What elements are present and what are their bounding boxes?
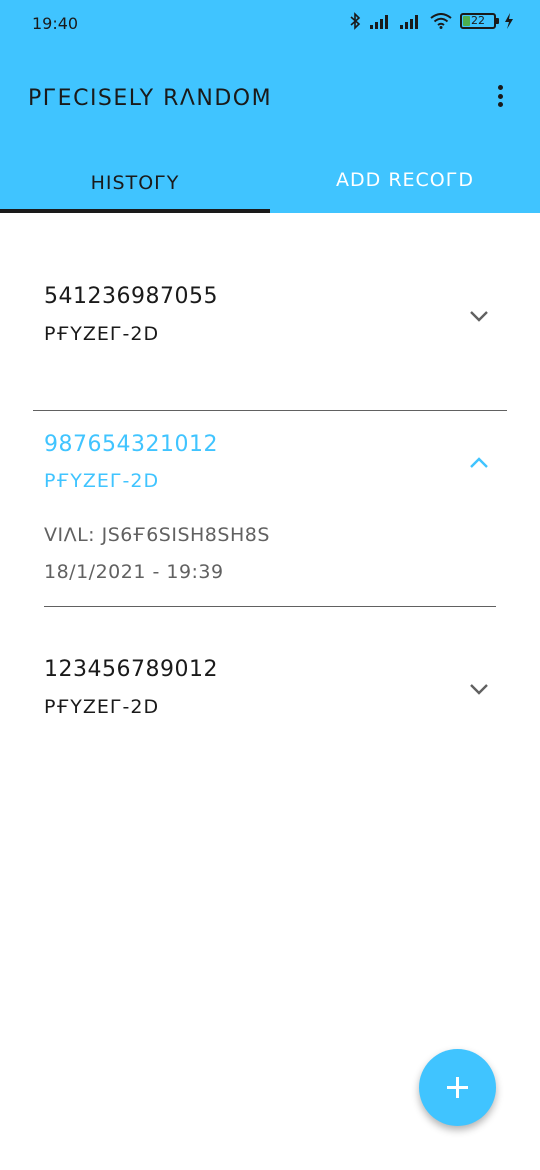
- tab-history-label: HISTOГY: [90, 172, 180, 194]
- record-code: 987654321012: [44, 432, 218, 457]
- record-product: PҒYZEГ-2D: [44, 470, 160, 492]
- chevron-down-icon[interactable]: [468, 309, 490, 323]
- signal-icon: [370, 13, 392, 29]
- charging-icon: [504, 13, 514, 29]
- tab-add-record[interactable]: ADD RECOГD: [270, 151, 540, 213]
- signal-icon: [400, 13, 422, 29]
- record-product: PҒYZEГ-2D: [44, 696, 160, 718]
- status-bar: 19:40 22: [0, 0, 540, 50]
- battery-icon: 22: [460, 13, 499, 29]
- chevron-down-icon[interactable]: [468, 682, 490, 696]
- chevron-up-icon[interactable]: [468, 456, 490, 470]
- wifi-icon: [430, 13, 452, 29]
- app-bar: PГECISELY RΛNDOM: [0, 50, 540, 151]
- tab-history[interactable]: HISTOГY: [0, 151, 270, 213]
- add-record-fab[interactable]: [419, 1049, 496, 1126]
- record-datetime: 18/1/2021 - 19:39: [44, 561, 224, 583]
- more-vert-icon[interactable]: [490, 82, 510, 110]
- list-item[interactable]: 541236987055 PҒYZEГ-2D: [0, 213, 540, 410]
- bluetooth-icon: [348, 12, 362, 30]
- status-icons: 22: [348, 12, 514, 30]
- record-code: 541236987055: [44, 284, 218, 309]
- battery-percent: 22: [471, 14, 485, 27]
- record-code: 123456789012: [44, 657, 218, 682]
- tab-bar: HISTOГY ADD RECOГD: [0, 151, 540, 213]
- record-product: PҒYZEГ-2D: [44, 323, 160, 345]
- app-title: PГECISELY RΛNDOM: [28, 86, 273, 111]
- record-vial: VIΛL: JS6Ғ6SISH8SH8S: [44, 524, 270, 546]
- tab-add-record-label: ADD RECOГD: [336, 169, 474, 191]
- status-time: 19:40: [32, 14, 79, 33]
- list-item-expanded[interactable]: 987654321012 PҒYZEГ-2D VIΛL: JS6Ғ6SISH8S…: [0, 411, 540, 607]
- plus-icon: [447, 1077, 468, 1098]
- list-item[interactable]: 123456789012 PҒYZEГ-2D: [0, 607, 540, 767]
